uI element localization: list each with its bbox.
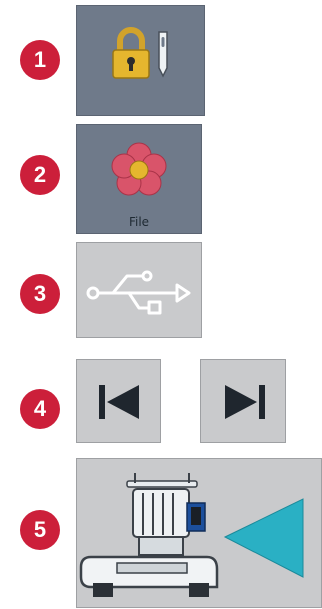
usb-button[interactable] — [76, 242, 202, 338]
machine-return-button[interactable] — [76, 458, 322, 608]
skip-first-button[interactable] — [76, 359, 161, 443]
lock-needle-icon — [112, 27, 168, 79]
lock-screen-button[interactable] — [76, 5, 205, 116]
step-badge-4: 4 — [20, 389, 60, 429]
step-badge-2: 2 — [20, 155, 60, 195]
file-label: File — [128, 215, 150, 229]
step-badge-5: 5 — [20, 510, 60, 550]
skip-last-icon — [225, 385, 265, 419]
embroidery-machine-icon — [79, 473, 304, 597]
skip-first-icon — [99, 385, 139, 419]
skip-last-button[interactable] — [200, 359, 286, 443]
step-badge-3: 3 — [20, 274, 60, 314]
file-button[interactable]: File — [76, 124, 202, 234]
step-badge-1: 1 — [20, 40, 60, 80]
usb-icon — [86, 270, 191, 315]
